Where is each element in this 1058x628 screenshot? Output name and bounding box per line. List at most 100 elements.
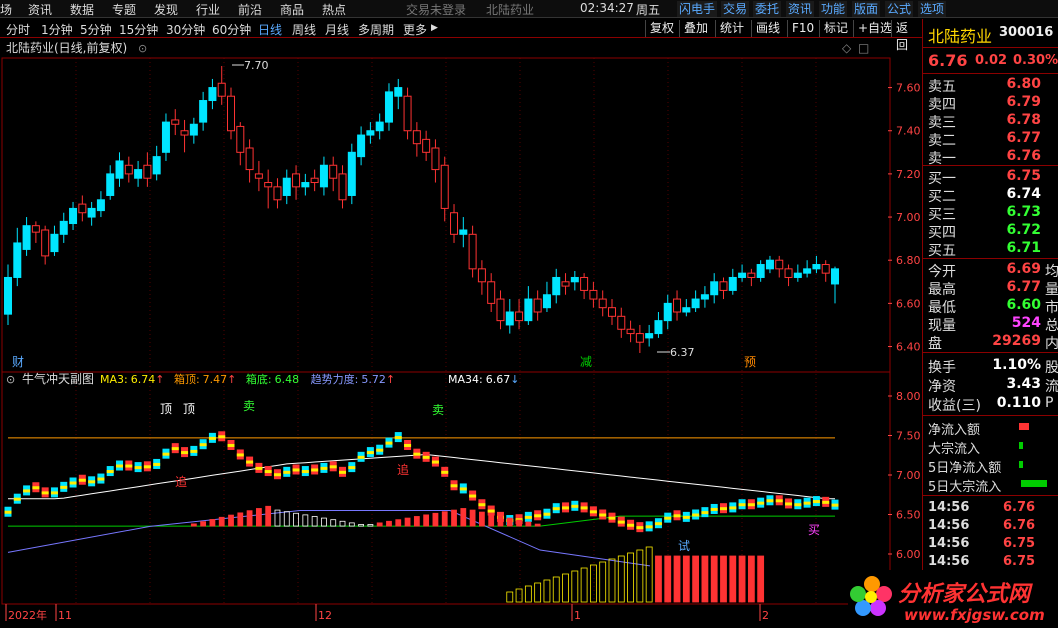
indicator-values: MA3: 6.74↑ 箱顶: 7.47↑ 箱底: 6.48 趋势力度: 5.72↑ xyxy=(100,372,395,386)
ask-row[interactable]: 卖三 6.78 xyxy=(923,112,1058,131)
event-mark-earnings[interactable]: 财 xyxy=(12,355,24,369)
indicator-bar-mark xyxy=(478,503,486,507)
indicator-bar-mark xyxy=(106,470,114,474)
period-tab-60min[interactable]: 60分钟 xyxy=(212,21,251,38)
menu-item-market[interactable]: 场 xyxy=(0,1,12,18)
divider xyxy=(923,415,1058,416)
ask-row[interactable]: 卖五 6.80 xyxy=(923,76,1058,95)
stat-row[interactable]: 现量 524 总 xyxy=(923,315,1058,334)
ma34-label: MA34: xyxy=(448,373,483,386)
more-dropdown-icon[interactable]: ▶ xyxy=(431,23,438,33)
period-tab-intraday[interactable]: 分时 xyxy=(6,21,30,38)
stat-row-value: 524 xyxy=(1011,315,1041,331)
ask-row[interactable]: 卖二 6.77 xyxy=(923,130,1058,149)
statistics-button[interactable]: 统计 xyxy=(715,20,748,37)
stat2-row[interactable]: 收益(三) 0.110 P xyxy=(923,395,1058,414)
function-button[interactable]: 功能 xyxy=(819,1,848,17)
layout-button[interactable]: 版面 xyxy=(852,1,881,17)
indicator-bar-mark xyxy=(4,510,12,514)
trade-button[interactable]: 交易 xyxy=(721,1,750,17)
stat2-row[interactable]: 净资 3.43 流 xyxy=(923,376,1058,395)
diamond-icon[interactable]: ◇ xyxy=(842,41,852,55)
stat-row[interactable]: 最低 6.60 市 xyxy=(923,297,1058,316)
period-tab-1min[interactable]: 1分钟 xyxy=(41,21,73,38)
order-button[interactable]: 委托 xyxy=(753,1,782,17)
flow-legend-swatch xyxy=(1019,442,1023,449)
hide-panel-icon[interactable]: □ xyxy=(858,41,869,55)
menu-item-hotspot[interactable]: 热点 xyxy=(322,1,346,18)
event-mark-reduce[interactable]: 减 xyxy=(580,355,592,369)
event-mark-forecast[interactable]: 预 xyxy=(744,355,756,369)
indicator-bar-mark xyxy=(599,513,607,517)
indicator-bar-mark xyxy=(692,513,700,517)
period-tab-weekly[interactable]: 周线 xyxy=(292,21,316,38)
restore-rights-button[interactable]: 复权 xyxy=(645,20,678,37)
histogram-bar xyxy=(413,516,420,527)
formula-button[interactable]: 公式 xyxy=(885,1,914,17)
indicator-collapse-icon[interactable]: ⊙ xyxy=(6,373,15,386)
box-bottom-line xyxy=(8,515,835,527)
ask-row[interactable]: 卖四 6.79 xyxy=(923,94,1058,113)
period-toolbar: 分时 1分钟 5分钟 15分钟 30分钟 60分钟 日线 周线 月线 多周期 更… xyxy=(0,19,922,52)
candle-body xyxy=(431,147,440,171)
overlay-button[interactable]: 叠加 xyxy=(679,20,712,37)
stat-row-label: 今开 xyxy=(928,264,956,280)
bid-row[interactable]: 买三 6.73 xyxy=(923,204,1058,223)
period-tab-30min[interactable]: 30分钟 xyxy=(166,21,205,38)
mark-button[interactable]: 标记 xyxy=(819,20,852,37)
menu-item-news[interactable]: 资讯 xyxy=(28,1,52,18)
clock-time: 02:34:27 xyxy=(580,1,634,15)
indicator-axis-label: 8.00 xyxy=(896,390,921,403)
kline-chart[interactable]: 顶顶卖卖追追试买 北陆药业(日线,前复权) ⊙ ◇ □ 7.607.407.20… xyxy=(0,38,922,628)
indicator-axis-label: 7.00 xyxy=(896,469,921,482)
histogram-bar xyxy=(525,521,532,527)
menu-item-commodity[interactable]: 商品 xyxy=(280,1,304,18)
menu-item-discover[interactable]: 发现 xyxy=(154,1,178,18)
menu-item-topics[interactable]: 专题 xyxy=(112,1,136,18)
volume-bar xyxy=(515,588,523,603)
period-tab-15min[interactable]: 15分钟 xyxy=(119,21,158,38)
candle-body xyxy=(450,212,459,235)
ask-row-label: 卖三 xyxy=(928,115,956,131)
stat2-row-extra: P xyxy=(1045,395,1054,411)
volume-bar xyxy=(524,585,532,603)
draw-line-button[interactable]: 画线 xyxy=(751,20,784,37)
title-dropdown-icon[interactable]: ⊙ xyxy=(138,42,147,55)
bid-row[interactable]: 买四 6.72 xyxy=(923,222,1058,241)
period-tab-5min[interactable]: 5分钟 xyxy=(80,21,112,38)
indicator-bar-mark xyxy=(41,491,49,495)
indicator-bar-mark xyxy=(181,451,189,455)
ask-row[interactable]: 卖一 6.76 xyxy=(923,148,1058,167)
volume-bar xyxy=(608,558,616,603)
stat-row[interactable]: 今开 6.69 均 xyxy=(923,261,1058,280)
period-tab-monthly[interactable]: 月线 xyxy=(325,21,349,38)
candle-body xyxy=(319,164,328,188)
menu-item-industry[interactable]: 行业 xyxy=(196,1,220,18)
ask-row-label: 卖四 xyxy=(928,97,956,113)
add-watchlist-button[interactable]: +自选 xyxy=(853,20,896,37)
candle-body xyxy=(254,173,263,179)
bid-row[interactable]: 买五 6.71 xyxy=(923,240,1058,259)
menu-item-frontier[interactable]: 前沿 xyxy=(238,1,262,18)
stat-row[interactable]: 盘 29269 内 xyxy=(923,333,1058,352)
info-button[interactable]: 资讯 xyxy=(786,1,815,17)
period-tab-more[interactable]: 更多 xyxy=(403,21,427,38)
candle-body xyxy=(96,199,105,212)
indicator-bar-mark xyxy=(208,436,216,440)
f10-button[interactable]: F10 xyxy=(787,20,818,37)
period-tab-daily[interactable]: 日线 xyxy=(258,21,282,38)
indicator-bar-mark xyxy=(710,507,718,511)
bid-row[interactable]: 买一 6.75 xyxy=(923,168,1058,187)
stat-row[interactable]: 最高 6.77 量 xyxy=(923,279,1058,298)
candle-body xyxy=(208,87,217,102)
back-button[interactable]: 返回 xyxy=(891,20,922,52)
options-button[interactable]: 选项 xyxy=(918,1,947,17)
bid-row-label: 买一 xyxy=(928,171,956,187)
period-tab-multi[interactable]: 多周期 xyxy=(358,21,394,38)
histogram-bar xyxy=(478,511,485,527)
bid-row[interactable]: 买二 6.74 xyxy=(923,186,1058,205)
menu-item-data[interactable]: 数据 xyxy=(70,1,94,18)
indicator-axis-label: 6.50 xyxy=(896,509,921,522)
stat2-row[interactable]: 换手 1.10% 股 xyxy=(923,357,1058,376)
flash-trade-button[interactable]: 闪电手 xyxy=(677,1,718,17)
